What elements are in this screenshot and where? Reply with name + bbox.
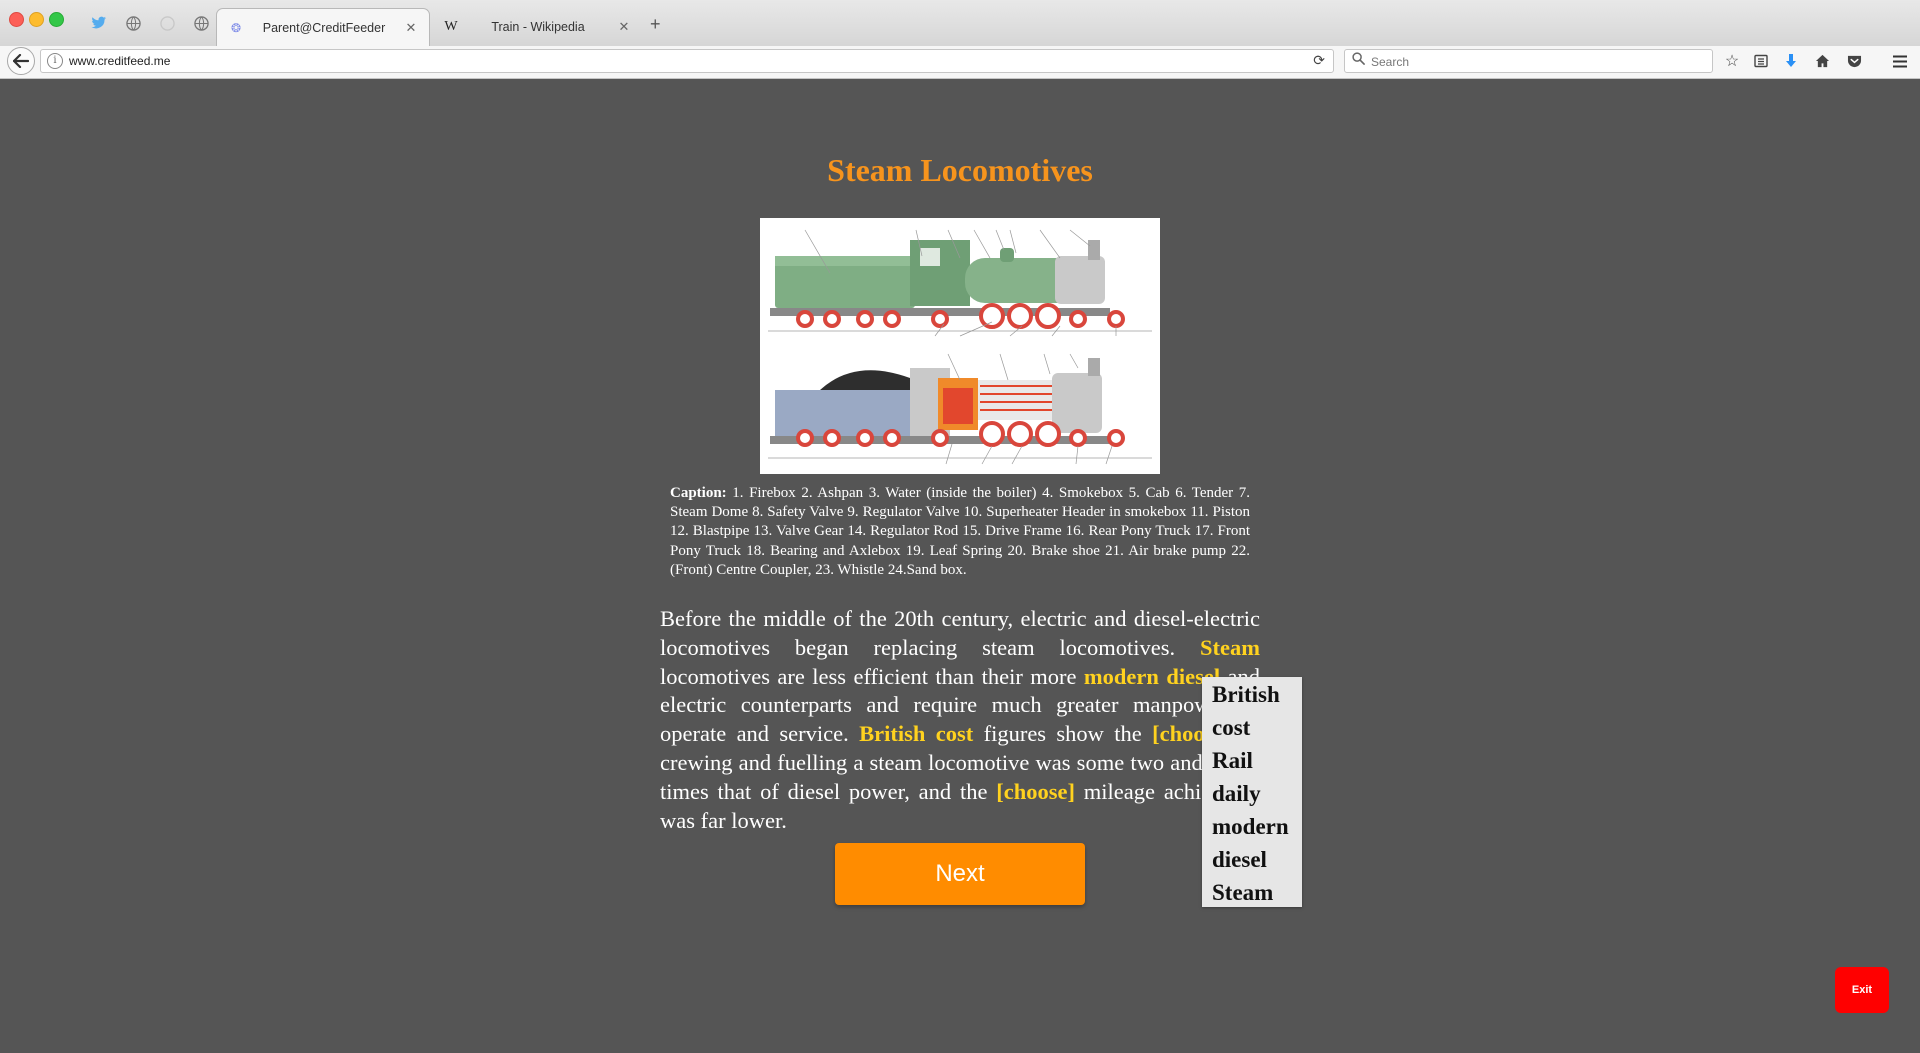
back-button[interactable] (7, 47, 35, 75)
new-tab-icon[interactable]: + (650, 14, 661, 35)
url-text[interactable]: www.creditfeed.me (69, 54, 170, 68)
download-icon[interactable] (1780, 50, 1802, 72)
page-title: Steam Locomotives (827, 152, 1093, 188)
locomotive-exterior-illustration (768, 229, 1152, 337)
globe-icon[interactable] (122, 12, 144, 34)
tab-title: Train - Wikipedia (491, 20, 585, 34)
passage-text: figures show the (973, 721, 1153, 747)
close-window-button[interactable] (9, 12, 24, 27)
word-choice-dropdown[interactable]: British cost Rail daily modern diesel St… (1202, 677, 1302, 907)
tab-title: Parent@CreditFeeder (262, 20, 386, 35)
globe-icon[interactable] (190, 12, 212, 34)
highlighted-word-modern-diesel[interactable]: modern diesel (1084, 664, 1220, 689)
locomotive-cutaway-illustration (768, 353, 1152, 465)
blank-tab-icon[interactable] (156, 12, 178, 34)
tab-parent-creditfeeder[interactable]: ❂ Parent@CreditFeeder ✕ (216, 8, 430, 46)
close-tab-icon[interactable]: ✕ (403, 20, 419, 36)
diagram-caption: Caption: 1. Firebox 2. Ashpan 3. Water (… (670, 484, 1250, 580)
dropdown-option-steam[interactable]: Steam (1212, 877, 1302, 910)
navigation-bar: i www.creditfeed.me ⟳ ☆ (0, 46, 1920, 79)
dropdown-option-british[interactable]: British (1212, 679, 1302, 712)
highlighted-word-british-cost[interactable]: British cost (859, 721, 973, 746)
passage-paragraph: Before the middle of the 20th century, e… (660, 605, 1260, 835)
home-icon[interactable] (1811, 50, 1833, 72)
menu-icon[interactable] (1889, 50, 1911, 72)
search-icon (1352, 52, 1365, 68)
passage-text: Before the middle of the 20th century, e… (660, 606, 1260, 660)
dropdown-option-diesel[interactable]: diesel (1212, 844, 1302, 877)
pocket-icon[interactable] (1843, 50, 1865, 72)
dropdown-option-modern[interactable]: modern (1212, 811, 1302, 844)
dropdown-option-rail[interactable]: Rail (1212, 745, 1302, 778)
locomotive-diagram (760, 218, 1160, 474)
caption-label: Caption: (670, 485, 727, 501)
tab-train-wikipedia[interactable]: W Train - Wikipedia ✕ (432, 8, 642, 46)
tab-bar: ❂ Parent@CreditFeeder ✕ W Train - Wikipe… (0, 0, 1920, 47)
exit-button[interactable]: Exit (1835, 967, 1889, 1013)
twitter-icon[interactable] (88, 12, 110, 34)
choose-blank-2[interactable]: [choose] (996, 779, 1075, 804)
info-icon[interactable]: i (47, 53, 63, 69)
next-button[interactable]: Next (835, 843, 1085, 905)
reading-list-icon[interactable] (1750, 50, 1772, 72)
wikipedia-favicon-icon: W (444, 19, 458, 34)
star-icon[interactable]: ☆ (1721, 50, 1743, 72)
back-icon (13, 54, 29, 68)
zoom-window-button[interactable] (49, 12, 64, 27)
caption-text: 1. Firebox 2. Ashpan 3. Water (inside th… (670, 485, 1250, 578)
close-tab-icon[interactable]: ✕ (616, 19, 632, 35)
minimize-window-button[interactable] (29, 12, 44, 27)
passage-text: locomotives are less efficient than thei… (660, 663, 1084, 689)
creditfeed-favicon-icon: ❂ (230, 20, 242, 35)
search-bar[interactable] (1344, 49, 1713, 73)
dropdown-option-daily[interactable]: daily (1212, 778, 1302, 811)
search-input[interactable] (1369, 52, 1703, 72)
highlighted-word-steam[interactable]: Steam (1200, 635, 1260, 660)
reload-icon[interactable]: ⟳ (1313, 52, 1325, 69)
dropdown-option-cost[interactable]: cost (1212, 712, 1302, 745)
url-bar[interactable]: i www.creditfeed.me ⟳ (40, 49, 1334, 73)
